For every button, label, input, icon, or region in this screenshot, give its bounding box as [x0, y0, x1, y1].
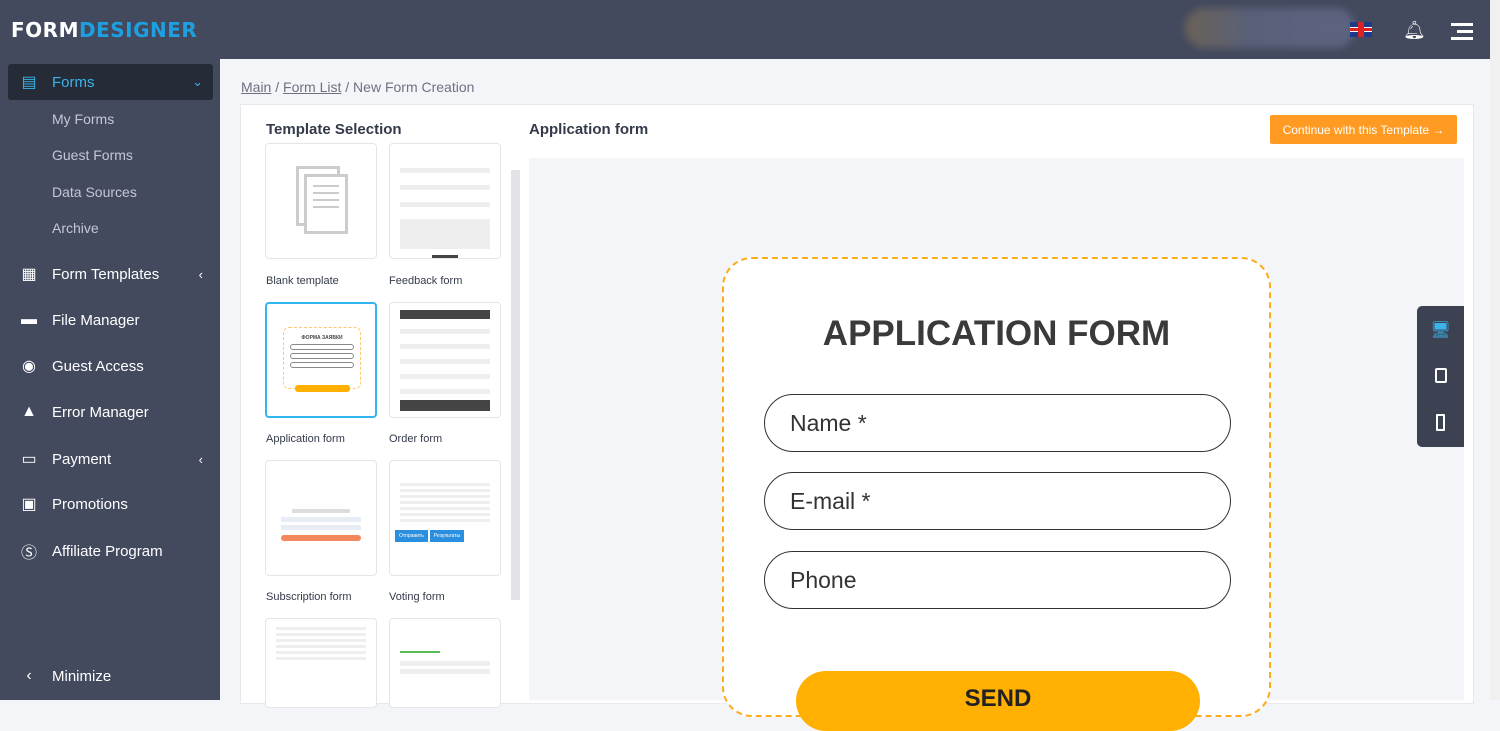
sidebar-item-affiliate[interactable]: Ⓢ Affiliate Program [8, 533, 213, 569]
template-order[interactable] [389, 302, 501, 418]
template-label: Subscription form [266, 591, 352, 603]
templates-icon: ▦ [21, 266, 37, 283]
template-label: Blank template [266, 275, 339, 287]
sidebar-sub-data-sources[interactable]: Data Sources [52, 184, 137, 200]
email-field[interactable]: E-mail * [764, 472, 1231, 530]
device-switcher: 🖥︎ [1417, 306, 1464, 447]
chevron-left-icon: ‹ [198, 266, 203, 282]
template-voting[interactable]: Отправить Результаты [389, 460, 501, 576]
template-label: Application form [266, 433, 345, 445]
minimize-button[interactable]: ‹ Minimize [8, 658, 213, 694]
chevron-left-icon: ‹ [198, 451, 203, 467]
template-quiz[interactable] [389, 618, 501, 708]
preview-title: Application form [529, 121, 649, 138]
template-label: Feedback form [389, 275, 463, 287]
gift-icon: ▣ [21, 496, 37, 513]
phone-field[interactable]: Phone [764, 551, 1231, 609]
file-manager-icon: ▬ [21, 311, 37, 328]
template-label: Voting form [389, 591, 445, 603]
bell-icon[interactable]: 🔔︎ [1403, 20, 1426, 41]
dollar-icon: Ⓢ [20, 545, 37, 562]
template-label: Order form [389, 433, 443, 445]
template-subscription[interactable] [265, 460, 377, 576]
page-scrollbar[interactable] [1490, 0, 1500, 700]
card-icon: ▭ [21, 451, 37, 468]
chevron-down-icon: ⌄ [192, 74, 203, 89]
sidebar-item-guest-access[interactable]: ◉ Guest Access [8, 348, 213, 384]
warning-icon: ▲ [21, 403, 37, 420]
user-icon: ◉ [22, 358, 36, 375]
logo[interactable]: FORMDESIGNER [11, 18, 197, 42]
sidebar-sub-archive[interactable]: Archive [52, 220, 99, 236]
user-profile[interactable] [1185, 8, 1355, 48]
sidebar-item-forms[interactable]: ▤ Forms ⌄ [8, 64, 213, 100]
breadcrumb-form-list[interactable]: Form List [283, 79, 341, 95]
breadcrumb: Main / Form List / New Form Creation [241, 79, 475, 95]
tablet-icon[interactable] [1417, 368, 1464, 383]
breadcrumb-main[interactable]: Main [241, 79, 271, 95]
template-application[interactable]: ФОРМА ЗАЯВКИ [265, 302, 377, 418]
sidebar-item-payment[interactable]: ▭ Payment ‹ [8, 441, 213, 477]
forms-icon: ▤ [21, 74, 37, 91]
desktop-icon[interactable]: 🖥︎ [1417, 320, 1464, 340]
continue-button[interactable]: Continue with this Template → [1270, 115, 1457, 144]
template-test[interactable] [265, 618, 377, 708]
form-title: APPLICATION FORM [822, 314, 1171, 353]
template-blank[interactable] [265, 143, 377, 259]
uk-flag-icon[interactable] [1350, 22, 1372, 37]
menu-icon[interactable] [1451, 23, 1473, 44]
template-feedback[interactable] [389, 143, 501, 259]
send-button[interactable]: SEND [796, 671, 1200, 731]
application-form-preview: APPLICATION FORM Name * E-mail * Phone S… [722, 257, 1271, 731]
chevron-left-icon: ‹ [26, 667, 32, 684]
sidebar-sub-guest-forms[interactable]: Guest Forms [52, 147, 133, 163]
sidebar-item-form-templates[interactable]: ▦ Form Templates ‹ [8, 256, 213, 292]
template-selection-heading: Template Selection [266, 121, 402, 138]
sidebar-item-file-manager[interactable]: ▬ File Manager [8, 302, 213, 338]
sidebar-item-promotions[interactable]: ▣ Promotions [8, 486, 213, 522]
top-header: FORMDESIGNER 🔔︎ [0, 0, 1490, 59]
sidebar-sub-my-forms[interactable]: My Forms [52, 111, 114, 127]
name-field[interactable]: Name * [764, 394, 1231, 452]
template-list-scrollbar[interactable] [511, 170, 520, 600]
sidebar-item-error-manager[interactable]: ▲ Error Manager [8, 394, 213, 430]
mobile-icon[interactable] [1417, 414, 1464, 431]
